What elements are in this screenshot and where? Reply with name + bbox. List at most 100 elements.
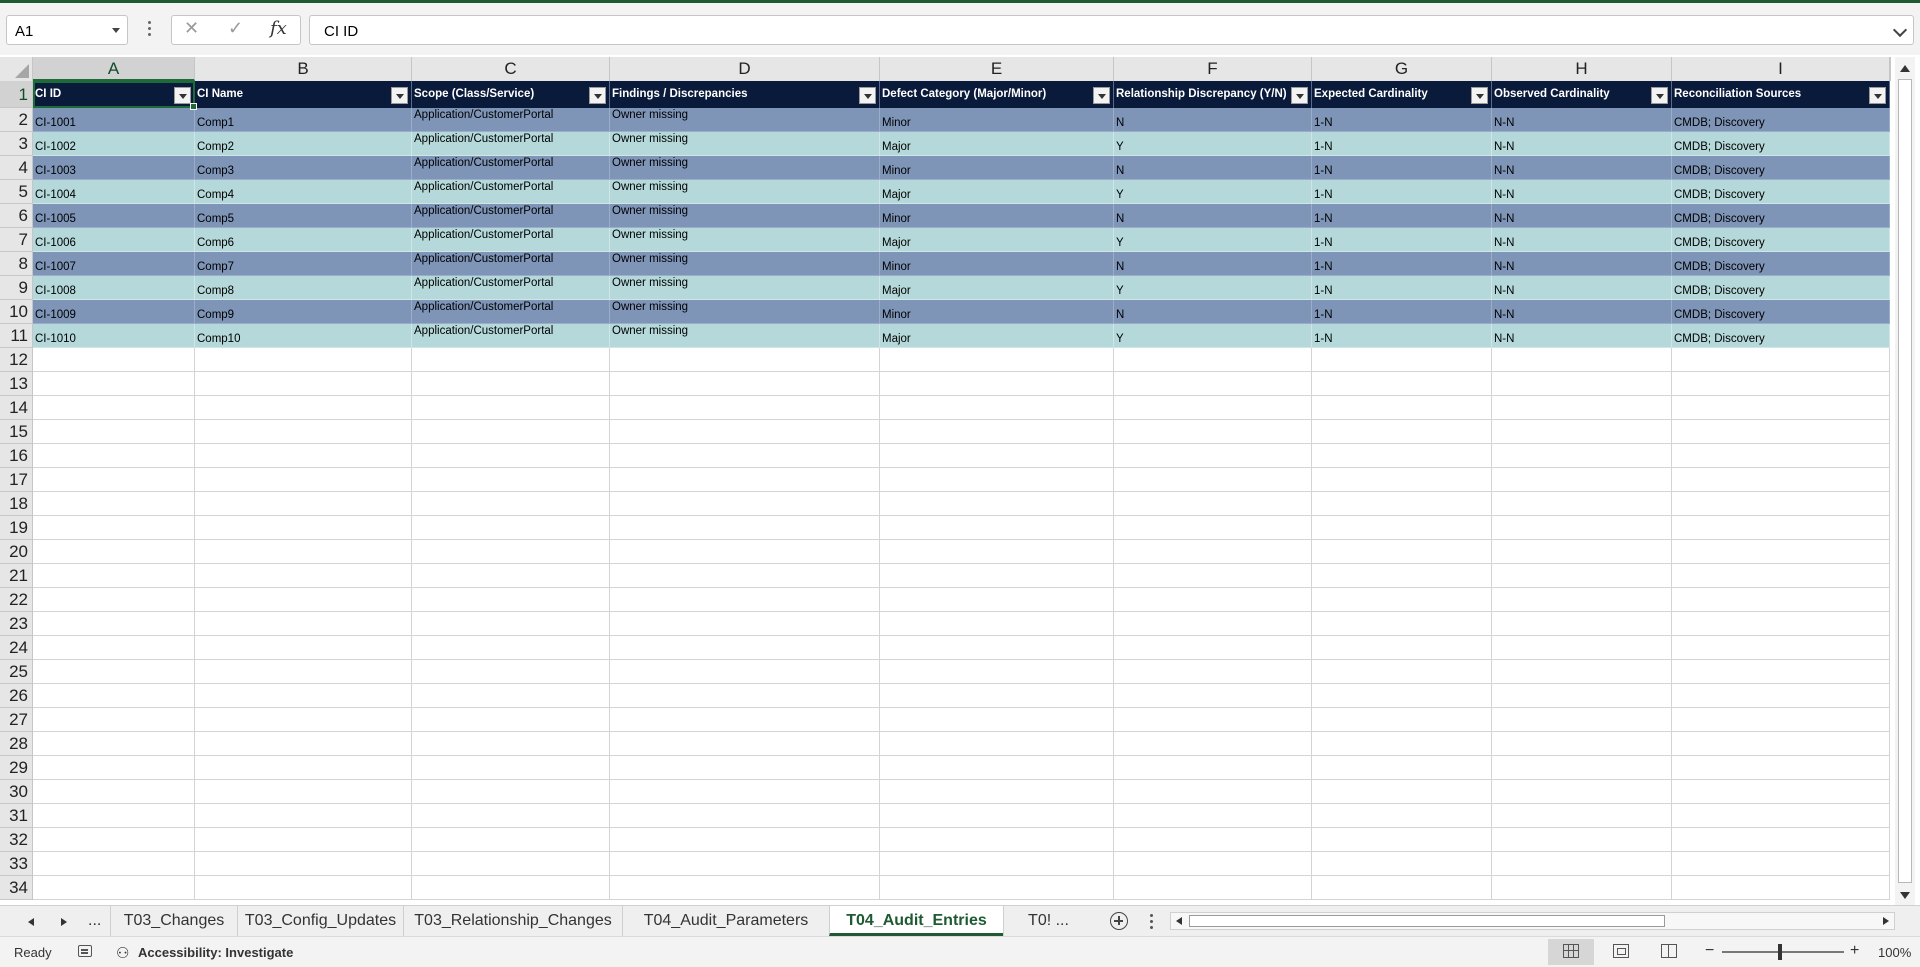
empty-cell[interactable]: [1672, 708, 1890, 732]
empty-cell[interactable]: [1672, 348, 1890, 372]
empty-cell[interactable]: [1114, 540, 1312, 564]
row-header-19[interactable]: 19: [0, 516, 33, 540]
table-cell[interactable]: Application/CustomerPortal: [412, 324, 610, 348]
row-header-3[interactable]: 3: [0, 132, 33, 156]
empty-cell[interactable]: [610, 372, 880, 396]
table-cell[interactable]: Comp9: [195, 300, 412, 324]
scroll-down-icon[interactable]: [1900, 892, 1910, 899]
empty-cell[interactable]: [195, 756, 412, 780]
table-cell[interactable]: Y: [1114, 132, 1312, 156]
empty-cell[interactable]: [610, 876, 880, 900]
empty-cell[interactable]: [610, 564, 880, 588]
empty-cell[interactable]: [195, 852, 412, 876]
empty-cell[interactable]: [1114, 876, 1312, 900]
previous-sheet-icon[interactable]: [28, 918, 34, 926]
empty-cell[interactable]: [1114, 756, 1312, 780]
sheet-tab[interactable]: T03_Relationship_Changes: [403, 906, 622, 936]
select-all-button[interactable]: [0, 57, 33, 81]
empty-cell[interactable]: [880, 876, 1114, 900]
empty-cell[interactable]: [610, 348, 880, 372]
table-cell[interactable]: CI-1003: [33, 156, 195, 180]
empty-cell[interactable]: [1114, 396, 1312, 420]
table-cell[interactable]: Application/CustomerPortal: [412, 228, 610, 252]
row-header-14[interactable]: 14: [0, 396, 33, 420]
table-cell[interactable]: Y: [1114, 324, 1312, 348]
empty-cell[interactable]: [33, 732, 195, 756]
table-cell[interactable]: Y: [1114, 180, 1312, 204]
table-cell[interactable]: CI-1004: [33, 180, 195, 204]
empty-cell[interactable]: [610, 756, 880, 780]
table-cell[interactable]: Major: [880, 324, 1114, 348]
empty-cell[interactable]: [1312, 660, 1492, 684]
formula-input[interactable]: CI ID: [309, 15, 1914, 45]
row-header-5[interactable]: 5: [0, 180, 33, 204]
more-options-icon[interactable]: [148, 21, 151, 39]
table-cell[interactable]: N-N: [1492, 108, 1672, 132]
empty-cell[interactable]: [412, 780, 610, 804]
empty-cell[interactable]: [1114, 636, 1312, 660]
table-cell[interactable]: CI-1005: [33, 204, 195, 228]
empty-cell[interactable]: [33, 828, 195, 852]
empty-cell[interactable]: [195, 420, 412, 444]
empty-cell[interactable]: [33, 492, 195, 516]
column-header-d[interactable]: D: [610, 57, 880, 81]
empty-cell[interactable]: [195, 564, 412, 588]
table-cell[interactable]: Application/CustomerPortal: [412, 180, 610, 204]
empty-cell[interactable]: [880, 492, 1114, 516]
sheet-tab[interactable]: T0! ...: [1003, 906, 1093, 936]
column-header-partial[interactable]: [1890, 57, 1891, 81]
table-cell[interactable]: CMDB; Discovery: [1672, 252, 1890, 276]
table-cell[interactable]: Application/CustomerPortal: [412, 108, 610, 132]
empty-cell[interactable]: [1672, 396, 1890, 420]
enter-icon[interactable]: ✓: [228, 18, 243, 39]
zoom-in-icon[interactable]: +: [1850, 942, 1859, 960]
filter-dropdown-icon[interactable]: [859, 87, 876, 104]
empty-cell[interactable]: [1312, 852, 1492, 876]
tabs-splitter-icon[interactable]: [1150, 914, 1153, 932]
empty-cell[interactable]: [1312, 588, 1492, 612]
page-layout-view-icon[interactable]: [1613, 944, 1629, 958]
header-cell[interactable]: Relationship Discrepancy (Y/N): [1114, 81, 1312, 108]
empty-cell[interactable]: [412, 732, 610, 756]
cells-area[interactable]: CI ID CI Name Scope (Class/Service) Finding…: [33, 81, 1890, 905]
row-header-32[interactable]: 32: [0, 828, 33, 852]
empty-cell[interactable]: [880, 468, 1114, 492]
empty-cell[interactable]: [412, 804, 610, 828]
empty-cell[interactable]: [1114, 588, 1312, 612]
empty-cell[interactable]: [1492, 876, 1672, 900]
name-box-dropdown-icon[interactable]: [112, 28, 120, 33]
empty-cell[interactable]: [880, 708, 1114, 732]
zoom-out-icon[interactable]: −: [1705, 942, 1714, 960]
empty-cell[interactable]: [1492, 420, 1672, 444]
empty-cell[interactable]: [412, 756, 610, 780]
empty-cell[interactable]: [1672, 516, 1890, 540]
empty-cell[interactable]: [1492, 612, 1672, 636]
empty-cell[interactable]: [1312, 540, 1492, 564]
empty-cell[interactable]: [1312, 708, 1492, 732]
table-cell[interactable]: CI-1001: [33, 108, 195, 132]
empty-cell[interactable]: [1312, 684, 1492, 708]
zoom-slider-knob[interactable]: [1778, 944, 1782, 960]
empty-cell[interactable]: [33, 636, 195, 660]
empty-cell[interactable]: [33, 780, 195, 804]
filter-dropdown-icon[interactable]: [1291, 87, 1308, 104]
row-header-21[interactable]: 21: [0, 564, 33, 588]
table-cell[interactable]: Owner missing: [610, 180, 880, 204]
empty-cell[interactable]: [412, 684, 610, 708]
table-cell[interactable]: 1-N: [1312, 324, 1492, 348]
header-cell[interactable]: Observed Cardinality: [1492, 81, 1672, 108]
empty-cell[interactable]: [1672, 444, 1890, 468]
empty-cell[interactable]: [1672, 804, 1890, 828]
empty-cell[interactable]: [1492, 660, 1672, 684]
table-cell[interactable]: CI-1007: [33, 252, 195, 276]
vertical-scroll-thumb[interactable]: [1898, 79, 1912, 883]
empty-cell[interactable]: [1672, 564, 1890, 588]
row-header-13[interactable]: 13: [0, 372, 33, 396]
table-cell[interactable]: CMDB; Discovery: [1672, 156, 1890, 180]
empty-cell[interactable]: [1312, 492, 1492, 516]
table-cell[interactable]: CMDB; Discovery: [1672, 108, 1890, 132]
empty-cell[interactable]: [610, 612, 880, 636]
table-cell[interactable]: Owner missing: [610, 276, 880, 300]
empty-cell[interactable]: [1672, 876, 1890, 900]
table-cell[interactable]: 1-N: [1312, 132, 1492, 156]
